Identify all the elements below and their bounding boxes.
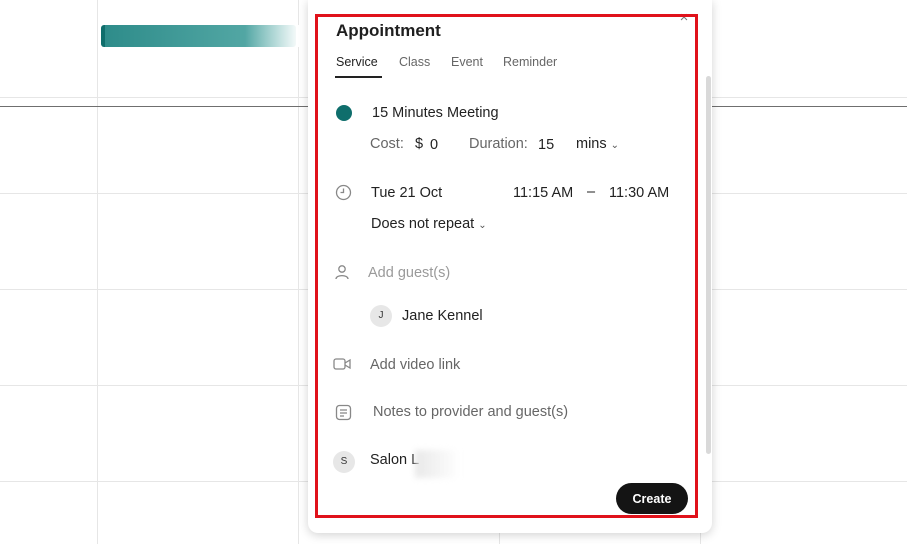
guest-name[interactable]: Jane Kennel [402,308,483,324]
cost-input[interactable]: 0 [430,137,438,153]
calendar-event-fade [245,25,300,47]
add-video-link[interactable]: Add video link [370,357,460,373]
repeat-select[interactable]: Does not repeat ⌄ [371,216,487,232]
tab-service[interactable]: Service [336,55,378,69]
tab-event[interactable]: Event [451,55,483,69]
grid-column-line [298,0,299,544]
clock-icon [335,184,352,201]
duration-input[interactable]: 15 [538,137,554,153]
service-color-dot [336,105,352,121]
avatar: J [370,305,392,327]
notes-icon [335,404,352,421]
avatar: S [333,451,355,473]
close-icon[interactable]: × [677,10,691,25]
duration-unit-label: mins [576,136,607,152]
duration-label: Duration: [469,136,528,152]
cost-label: Cost: [370,136,404,152]
add-guest-input[interactable]: Add guest(s) [368,265,450,281]
tab-reminder[interactable]: Reminder [503,55,557,69]
chevron-down-icon: ⌄ [478,220,487,231]
service-name[interactable]: 15 Minutes Meeting [372,105,499,121]
provider-name[interactable]: Salon L [370,452,419,468]
active-tab-indicator [335,76,382,78]
dialog-scrollbar[interactable] [706,76,711,454]
date-picker[interactable]: Tue 21 Oct [371,185,442,201]
create-button[interactable]: Create [616,483,688,514]
notes-input[interactable]: Notes to provider and guest(s) [373,404,568,420]
redaction-blur [415,450,460,478]
repeat-label: Does not repeat [371,216,475,232]
end-time-picker[interactable]: 11:30 AM [609,185,669,201]
video-icon [333,358,351,370]
grid-column-line [97,0,98,544]
currency-symbol: $ [415,136,424,152]
time-separator: – [587,184,596,200]
start-time-picker[interactable]: 11:15 AM [513,185,573,201]
tab-class[interactable]: Class [399,55,430,69]
chevron-down-icon: ⌄ [610,140,620,151]
person-icon [335,265,349,280]
duration-unit-select[interactable]: mins ⌄ [576,136,619,152]
dialog-title: Appointment [336,21,441,40]
